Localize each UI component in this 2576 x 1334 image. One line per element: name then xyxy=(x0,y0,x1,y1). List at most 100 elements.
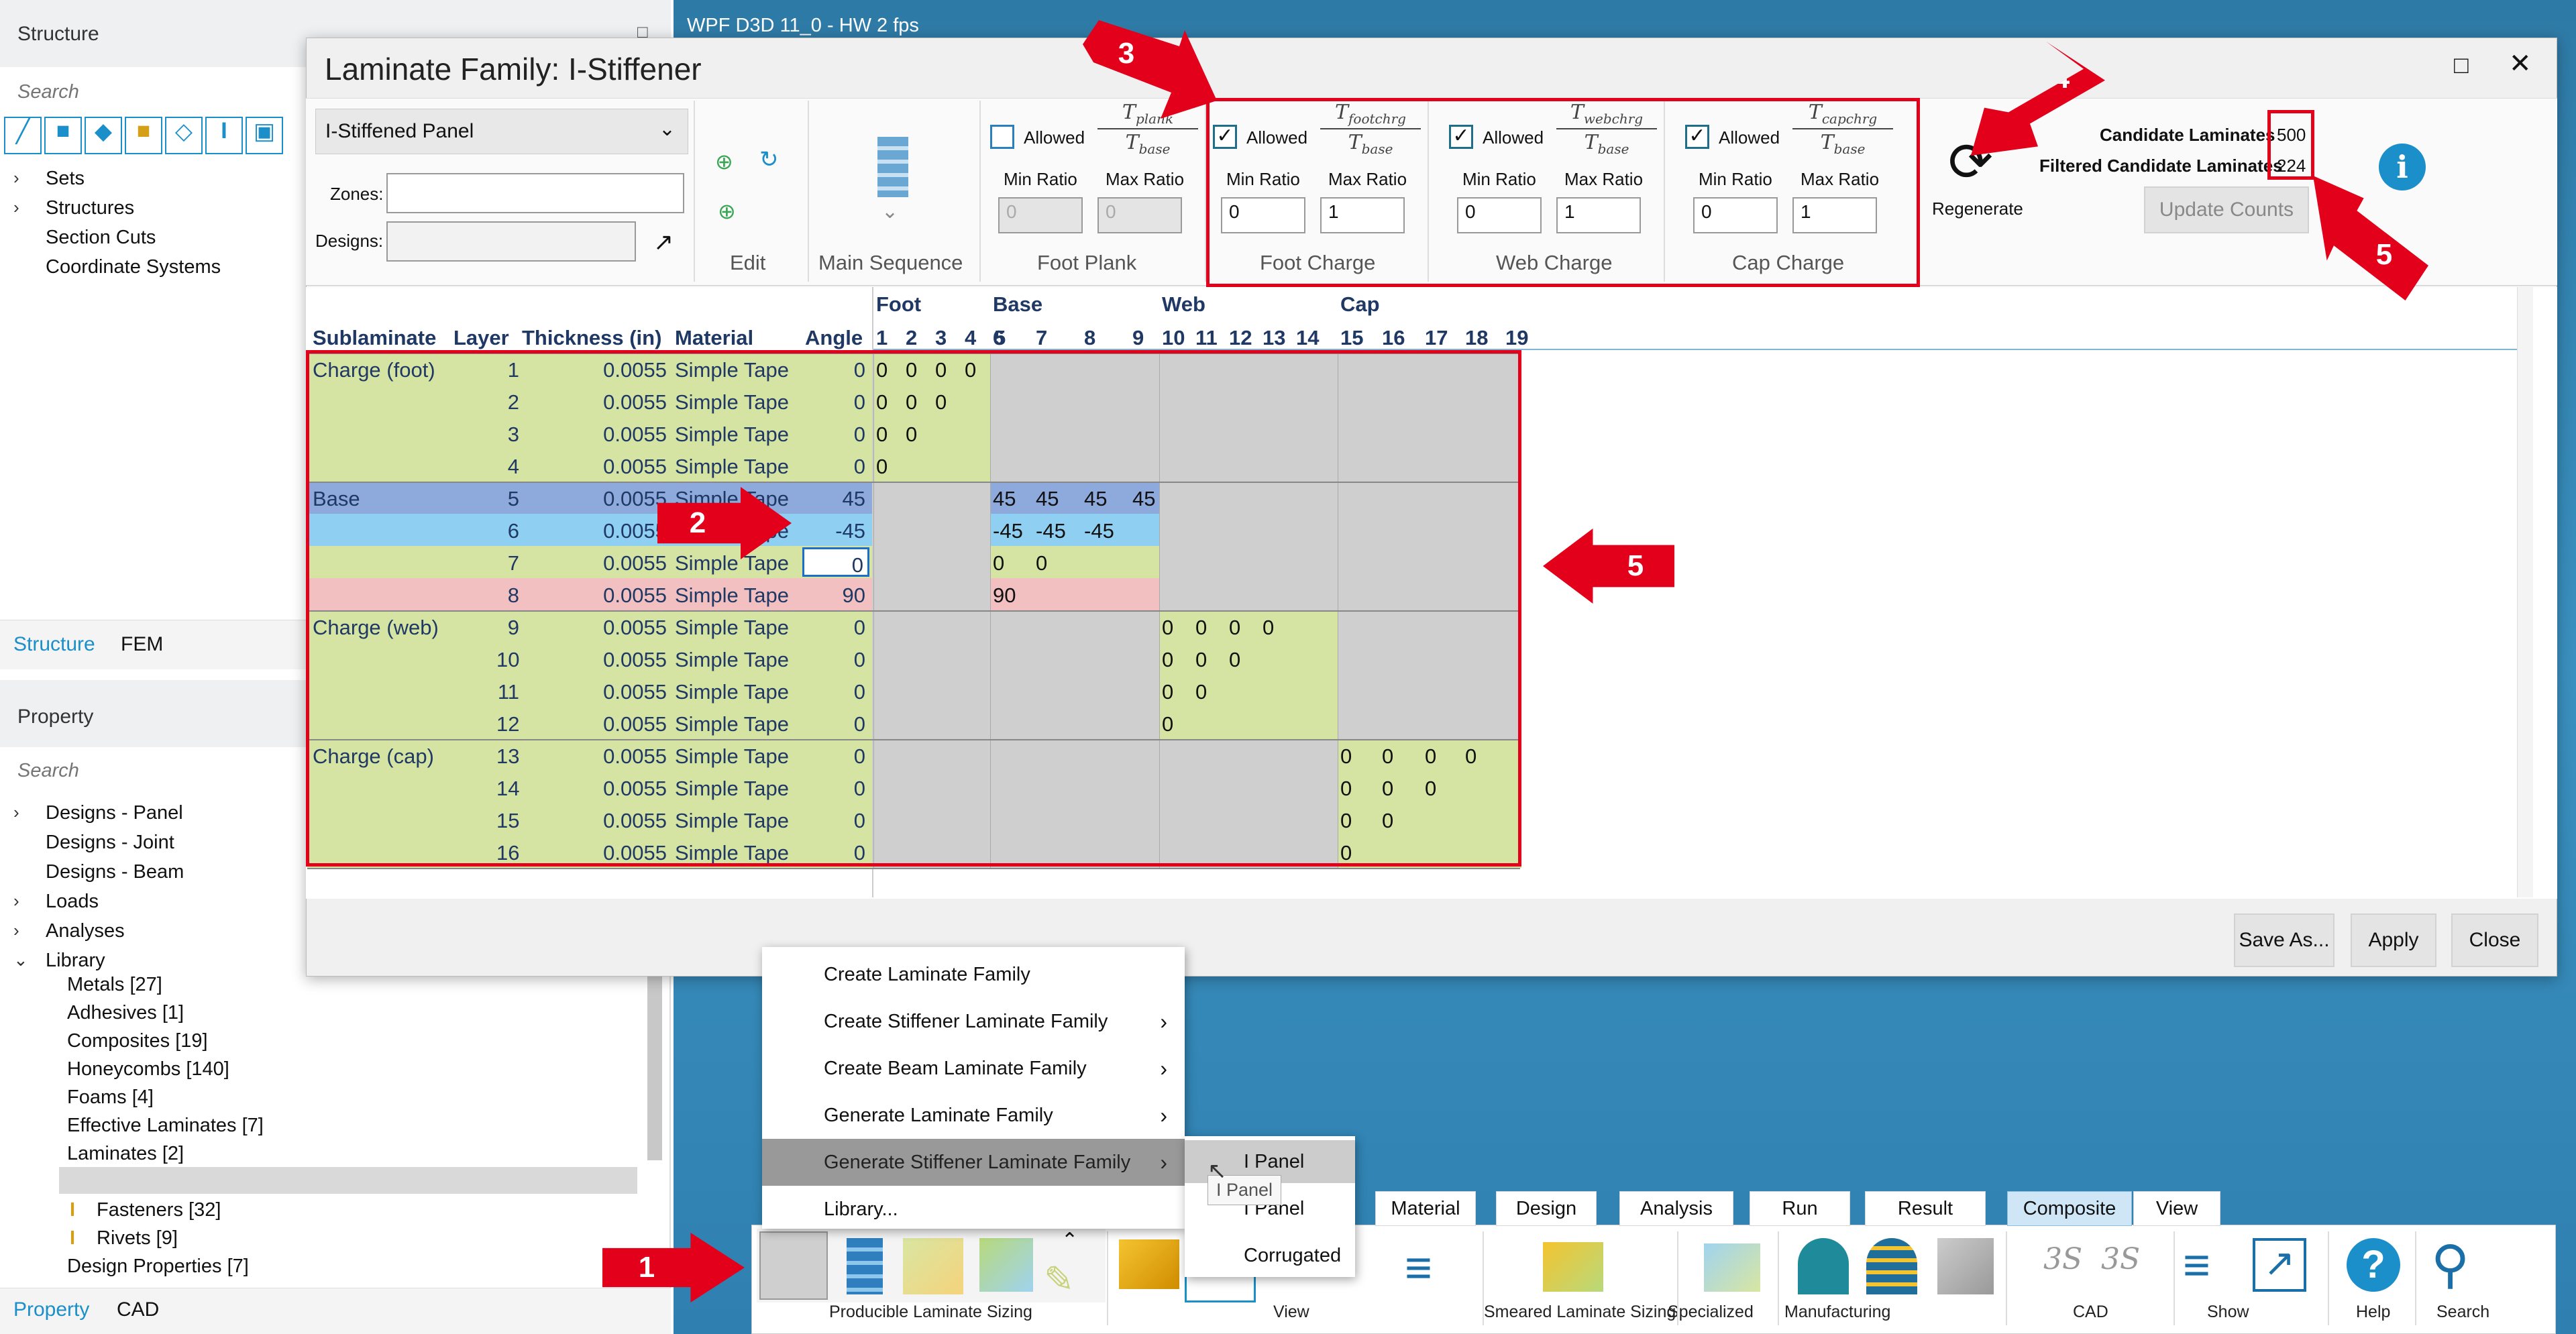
ribbon-tab[interactable]: Analysis xyxy=(1619,1191,1733,1226)
tree-item-coordinate-systems[interactable]: Coordinate Systems xyxy=(46,256,221,278)
menu-item[interactable]: Library... xyxy=(762,1186,1185,1233)
library-item[interactable]: Composites [19] xyxy=(67,1030,208,1052)
tree-item-structures[interactable]: Structures xyxy=(46,197,134,219)
cad-3ds-icon[interactable]: 3S xyxy=(2043,1242,2082,1276)
allowed-checkbox[interactable] xyxy=(990,125,1014,149)
menu-item[interactable]: Generate Laminate Family › xyxy=(762,1092,1185,1139)
zones-field[interactable] xyxy=(386,173,684,213)
library-item[interactable]: Metals [27] xyxy=(67,974,162,996)
chevron-right-icon[interactable]: › xyxy=(13,168,19,188)
library-item[interactable]: Rivets [9] xyxy=(97,1227,178,1249)
library-item[interactable]: Foams [4] xyxy=(67,1087,154,1109)
section-header: Cap xyxy=(1340,292,1380,316)
refresh-zone-icon[interactable]: ↻ xyxy=(759,146,779,173)
plies-icon[interactable] xyxy=(979,1238,1033,1292)
max-ratio-input[interactable]: 0 xyxy=(1097,197,1182,233)
tab-property[interactable]: Property xyxy=(13,1298,89,1321)
chevron-right-icon[interactable]: › xyxy=(13,197,19,218)
tool-icon[interactable]: ✎ xyxy=(1044,1258,1091,1300)
solid-icon[interactable]: ▣ xyxy=(246,117,283,154)
tab-structure[interactable]: Structure xyxy=(13,633,95,656)
apply-button[interactable]: Apply xyxy=(2351,913,2436,967)
structure-search-input[interactable] xyxy=(7,72,309,111)
menu-item-label: Generate Stiffener Laminate Family xyxy=(824,1151,1131,1173)
ribbon-tab[interactable]: Result xyxy=(1865,1191,1986,1226)
library-item[interactable]: Honeycombs [140] xyxy=(67,1058,229,1080)
plate-icon[interactable]: ◆ xyxy=(85,117,122,154)
chevron-right-icon[interactable]: › xyxy=(13,920,19,941)
library-item-count: [140] xyxy=(186,1058,229,1080)
gold-plank-icon[interactable] xyxy=(1119,1239,1179,1289)
library-item[interactable]: Adhesives [1] xyxy=(67,1002,184,1024)
menu-item[interactable]: Generate Stiffener Laminate Family › xyxy=(762,1139,1185,1186)
external-link-icon[interactable]: ↗ xyxy=(653,228,674,256)
divider xyxy=(979,101,981,282)
library-item[interactable]: Design Properties [7] xyxy=(67,1256,249,1278)
library-item[interactable]: Effective Laminates [7] xyxy=(67,1115,264,1137)
laminate-sizing-icon[interactable] xyxy=(759,1231,828,1300)
chevron-right-icon[interactable]: › xyxy=(13,802,19,823)
tab-cad[interactable]: CAD xyxy=(117,1298,159,1321)
property-scrollbar[interactable] xyxy=(647,959,662,1160)
tree-item-designs-joint[interactable]: Designs - Joint xyxy=(46,832,174,854)
save-as-button[interactable]: Save As... xyxy=(2234,913,2334,967)
tree-item-analyses[interactable]: Analyses xyxy=(46,920,125,942)
library-item[interactable]: Laminates [2] xyxy=(67,1143,184,1165)
ribbon-group-label: CAD xyxy=(2073,1302,2108,1321)
type-dropdown[interactable]: I-Stiffened Panel ⌄ xyxy=(315,109,688,154)
show-export-icon[interactable]: ↗ xyxy=(2253,1238,2306,1292)
min-ratio-input[interactable]: 0 xyxy=(998,197,1083,233)
tree-item-designs-panel[interactable]: Designs - Panel xyxy=(46,802,183,824)
property-search-input[interactable] xyxy=(7,751,309,790)
stack-icon[interactable] xyxy=(847,1238,883,1294)
menu-item[interactable]: Create Stiffener Laminate Family › xyxy=(762,998,1185,1045)
dialog-title: Laminate Family: I-Stiffener xyxy=(325,52,702,87)
search-icon[interactable]: ⚲ xyxy=(2431,1234,2469,1295)
ribbon-tab[interactable]: Run xyxy=(1750,1191,1850,1226)
sliders-icon[interactable]: ≡ xyxy=(1405,1241,1432,1294)
tree-item-section-cuts[interactable]: Section Cuts xyxy=(46,227,156,249)
maximize-icon[interactable]: □ xyxy=(2454,51,2469,79)
tree-item-designs-beam[interactable]: Designs - Beam xyxy=(46,861,184,883)
add-zone-icon[interactable]: ⊕ xyxy=(715,149,733,174)
ribbon-tab[interactable]: Composite xyxy=(2007,1191,2132,1226)
tree-item-sets[interactable]: Sets xyxy=(46,168,85,190)
submenu-item[interactable]: Corrugated xyxy=(1185,1234,1355,1277)
chevron-down-icon[interactable]: ⌄ xyxy=(881,200,898,223)
menu-item[interactable]: Create Beam Laminate Family › xyxy=(762,1045,1185,1092)
mesh-icon[interactable]: ╱ xyxy=(4,117,42,154)
menu-item[interactable]: Create Laminate Family xyxy=(762,951,1185,998)
close-icon[interactable]: ✕ xyxy=(2509,48,2532,79)
regenerate-label[interactable]: Regenerate xyxy=(1932,199,2023,219)
tree-item-loads[interactable]: Loads xyxy=(46,891,99,913)
info-icon[interactable]: i xyxy=(2379,144,2426,190)
ribbon-tab[interactable]: Material xyxy=(1375,1191,1476,1226)
chevron-right-icon[interactable]: ⌄ xyxy=(13,950,28,970)
i-beam-icon[interactable]: I xyxy=(205,117,243,154)
ribbon-tab[interactable]: Design xyxy=(1496,1191,1597,1226)
main-sequence-icon[interactable] xyxy=(877,137,908,197)
manufacturing-grid-icon[interactable] xyxy=(1937,1238,1994,1294)
designs-field[interactable] xyxy=(386,221,636,262)
beam-icon[interactable]: ■ xyxy=(125,117,162,154)
library-item[interactable]: Fasteners [32] xyxy=(97,1199,221,1221)
manufacturing-dome-icon[interactable] xyxy=(1798,1238,1849,1294)
panel-icon[interactable]: ◇ xyxy=(165,117,203,154)
smeared-icon[interactable] xyxy=(1543,1242,1603,1292)
cube-icon[interactable]: ■ xyxy=(44,117,82,154)
update-counts-button[interactable]: Update Counts xyxy=(2144,186,2309,233)
cad-3ds-alt-icon[interactable]: 3S xyxy=(2101,1242,2140,1276)
table-scrollbar[interactable] xyxy=(2517,287,2533,897)
manufacturing-mold-icon[interactable] xyxy=(1866,1238,1917,1294)
layers-icon[interactable] xyxy=(903,1238,963,1294)
close-button[interactable]: Close xyxy=(2451,913,2538,967)
tab-fem[interactable]: FEM xyxy=(121,633,163,656)
show-sections-icon[interactable]: ≡ xyxy=(2183,1238,2210,1292)
help-icon[interactable]: ? xyxy=(2347,1238,2400,1292)
specialized-icon[interactable] xyxy=(1704,1243,1760,1292)
ribbon-tab[interactable]: View xyxy=(2133,1191,2220,1226)
add-design-icon[interactable]: ⊕ xyxy=(718,199,736,224)
tree-item-library[interactable]: Library xyxy=(46,950,105,972)
chevron-right-icon[interactable]: › xyxy=(13,891,19,911)
ply-header: 2 xyxy=(906,326,918,349)
